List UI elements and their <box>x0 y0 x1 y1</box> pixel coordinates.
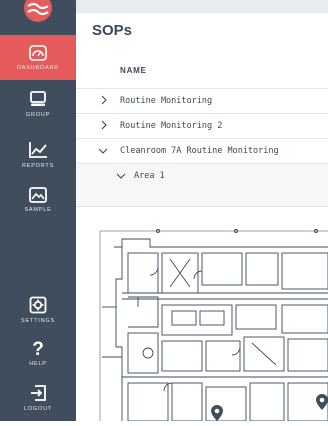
line-chart-icon <box>28 141 48 159</box>
table-header: NAME <box>76 52 328 89</box>
chevron-right-icon[interactable] <box>100 95 108 108</box>
brand-logo[interactable] <box>0 0 76 26</box>
table-row[interactable]: Cleanroom 7A Routine Monitoring <box>76 139 328 164</box>
table-row[interactable]: Area 1 <box>76 164 328 207</box>
sidebar-item-label: REPORTS <box>21 163 55 169</box>
top-bar <box>76 0 328 13</box>
page-title: SOPs <box>92 22 133 39</box>
monitor-icon <box>29 90 47 108</box>
name-column-header[interactable]: NAME <box>120 66 147 75</box>
sidebar-item-label: GROUP <box>25 112 51 118</box>
sidebar-item-reports[interactable]: REPORTS <box>0 141 76 181</box>
chevron-right-icon[interactable] <box>100 120 108 133</box>
row-label: Routine Monitoring 2 <box>120 121 223 131</box>
row-label: Cleanroom 7A Routine Monitoring <box>120 146 279 156</box>
sidebar-item-sample[interactable]: SAMPLE <box>0 187 76 227</box>
sidebar: DASHBOARD GROUP REPORTS SAMPLE SETTINGS … <box>0 0 76 421</box>
image-icon <box>29 187 47 203</box>
location-pin-icon[interactable] <box>316 394 328 415</box>
question-icon: ? <box>32 339 44 360</box>
logo-icon <box>24 0 52 22</box>
floor-plan-map[interactable] <box>76 207 328 422</box>
chevron-down-icon[interactable] <box>98 147 108 158</box>
sidebar-item-help[interactable]: ? HELP <box>0 340 76 380</box>
dashboard-gauge-icon <box>29 45 47 61</box>
table-row[interactable]: Routine Monitoring 2 <box>76 114 328 139</box>
floor-plan-drawing <box>99 229 328 422</box>
sidebar-item-settings[interactable]: SETTINGS <box>0 296 76 336</box>
sidebar-item-label: SAMPLE <box>24 207 52 213</box>
sidebar-item-label: HELP <box>29 361 47 367</box>
row-label: Area 1 <box>134 171 165 181</box>
row-label: Routine Monitoring <box>120 96 213 106</box>
chevron-down-icon[interactable] <box>116 172 126 183</box>
sidebar-item-group[interactable]: GROUP <box>0 90 76 130</box>
sidebar-item-label: DASHBOARD <box>16 65 60 71</box>
sidebar-item-label: SETTINGS <box>21 318 55 324</box>
logout-icon <box>29 384 47 402</box>
gear-icon <box>29 296 47 314</box>
sidebar-item-dashboard[interactable]: DASHBOARD <box>0 35 76 80</box>
location-pin-icon[interactable] <box>211 405 223 426</box>
table-row[interactable]: Routine Monitoring <box>76 89 328 114</box>
sidebar-item-label: LOGOUT <box>23 406 53 412</box>
sidebar-item-logout[interactable]: LOGOUT <box>0 384 76 421</box>
